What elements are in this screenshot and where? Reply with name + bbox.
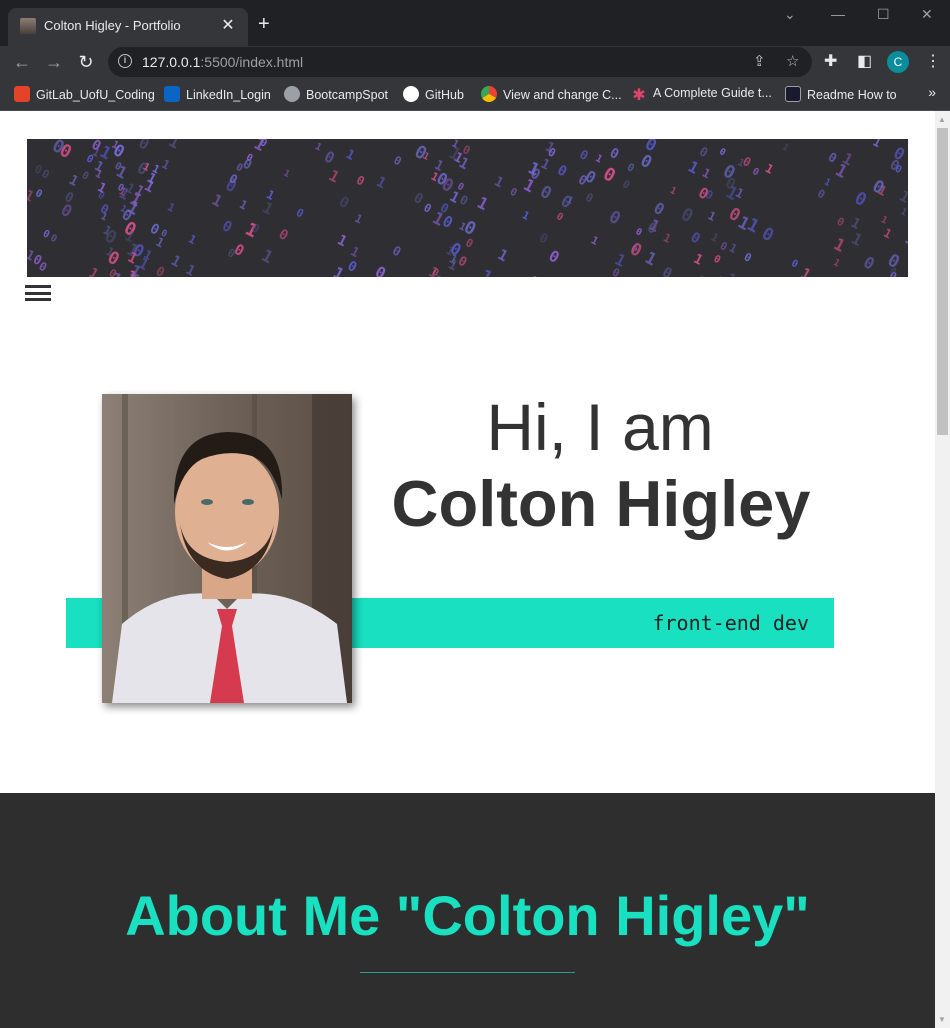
scrollbar-thumb[interactable] [937, 128, 948, 435]
tab-close-icon[interactable]: ✕ [218, 15, 238, 35]
github-icon [403, 86, 419, 102]
bookmark-label: BootcampSpot [306, 88, 388, 102]
url-path: :5500/index.html [200, 54, 304, 70]
new-tab-button[interactable]: + [258, 14, 270, 34]
close-window-button[interactable]: ✕ [921, 6, 933, 23]
active-tab[interactable]: Colton Higley - Portfolio ✕ [8, 8, 248, 46]
bookmark-label: GitHub [425, 88, 464, 102]
bookmark-label: LinkedIn_Login [186, 88, 271, 102]
chrome-icon [481, 86, 497, 102]
share-icon[interactable]: ⇪ [753, 52, 766, 70]
scroll-up-arrow-icon[interactable]: ▲ [938, 115, 946, 124]
bookmark-github[interactable]: GitHub [403, 86, 464, 104]
bookmark-star-icon[interactable]: ☆ [786, 52, 799, 70]
angular-icon [785, 86, 801, 102]
back-icon[interactable]: ← [10, 50, 34, 74]
profile-photo-image [102, 394, 352, 703]
globe-icon [284, 86, 300, 102]
bookmark-label: View and change C... [503, 88, 622, 102]
tab-title: Colton Higley - Portfolio [44, 18, 181, 33]
bookmark-label: GitLab_UofU_Coding [36, 88, 155, 102]
bookmarks-overflow-icon[interactable]: » [928, 84, 936, 100]
hero-greeting: Hi, I am [486, 390, 714, 464]
forward-icon[interactable]: → [42, 50, 66, 74]
bookmark-linkedin[interactable]: LinkedIn_Login [164, 86, 271, 104]
page-viewport: 1101100001101011110000011101110100101110… [0, 111, 935, 1028]
browser-toolbar: ← → ↻ i 127.0.0.1:5500/index.html ⇪ ☆ ✚ … [0, 46, 950, 78]
binary-code-banner-image: 1101100001101011110000011101110100101110… [27, 139, 908, 277]
reload-icon[interactable]: ↻ [74, 50, 98, 74]
bookmarks-bar: GitLab_UofU_Coding LinkedIn_Login Bootca… [0, 78, 950, 111]
header-banner: 1101100001101011110000011101110100101110… [27, 139, 908, 277]
bookmark-guide[interactable]: ✱ A Complete Guide t... [631, 86, 772, 104]
profile-avatar[interactable]: C [887, 51, 909, 73]
bookmark-label: A Complete Guide t... [653, 86, 772, 100]
tab-strip: Colton Higley - Portfolio ✕ + ⌄ — ☐ ✕ [0, 0, 950, 46]
extensions-icon[interactable]: ✚ [824, 50, 837, 74]
maximize-button[interactable]: ☐ [877, 6, 890, 23]
gitlab-icon [14, 86, 30, 102]
minimize-button[interactable]: — [831, 6, 845, 22]
url-host: 127.0.0.1 [142, 54, 201, 70]
scroll-down-arrow-icon[interactable]: ▼ [938, 1015, 946, 1024]
browser-chrome: Colton Higley - Portfolio ✕ + ⌄ — ☐ ✕ ← … [0, 0, 950, 111]
tab-favicon-icon [20, 18, 36, 34]
page-scrollbar[interactable]: ▲ ▼ [935, 111, 950, 1028]
about-title: About Me "Colton Higley" [125, 884, 810, 947]
bookmark-gitlab[interactable]: GitLab_UofU_Coding [14, 86, 155, 104]
bookmark-chrome[interactable]: View and change C... [481, 86, 622, 104]
tab-search-icon[interactable]: ⌄ [784, 6, 796, 23]
hamburger-menu-icon[interactable] [25, 285, 51, 301]
bookmark-bootcampspot[interactable]: BootcampSpot [284, 86, 388, 104]
bookmark-label: Readme How to [807, 88, 897, 102]
hero-name: Colton Higley [391, 467, 811, 540]
side-panel-icon[interactable]: ◧ [857, 50, 872, 74]
about-section: About Me "Colton Higley" [0, 793, 935, 1028]
bookmark-readme[interactable]: Readme How to [785, 86, 897, 104]
menu-icon[interactable]: ⋮ [925, 50, 941, 74]
profile-photo [102, 394, 352, 703]
hero-role: front-end dev [652, 611, 809, 635]
site-info-icon[interactable]: i [118, 54, 132, 68]
address-bar[interactable]: i 127.0.0.1:5500/index.html ⇪ ☆ [108, 47, 812, 77]
linkedin-icon [164, 86, 180, 102]
about-divider [360, 972, 575, 973]
asterisk-icon: ✱ [632, 87, 646, 104]
address-url[interactable]: 127.0.0.1:5500/index.html [142, 54, 303, 70]
